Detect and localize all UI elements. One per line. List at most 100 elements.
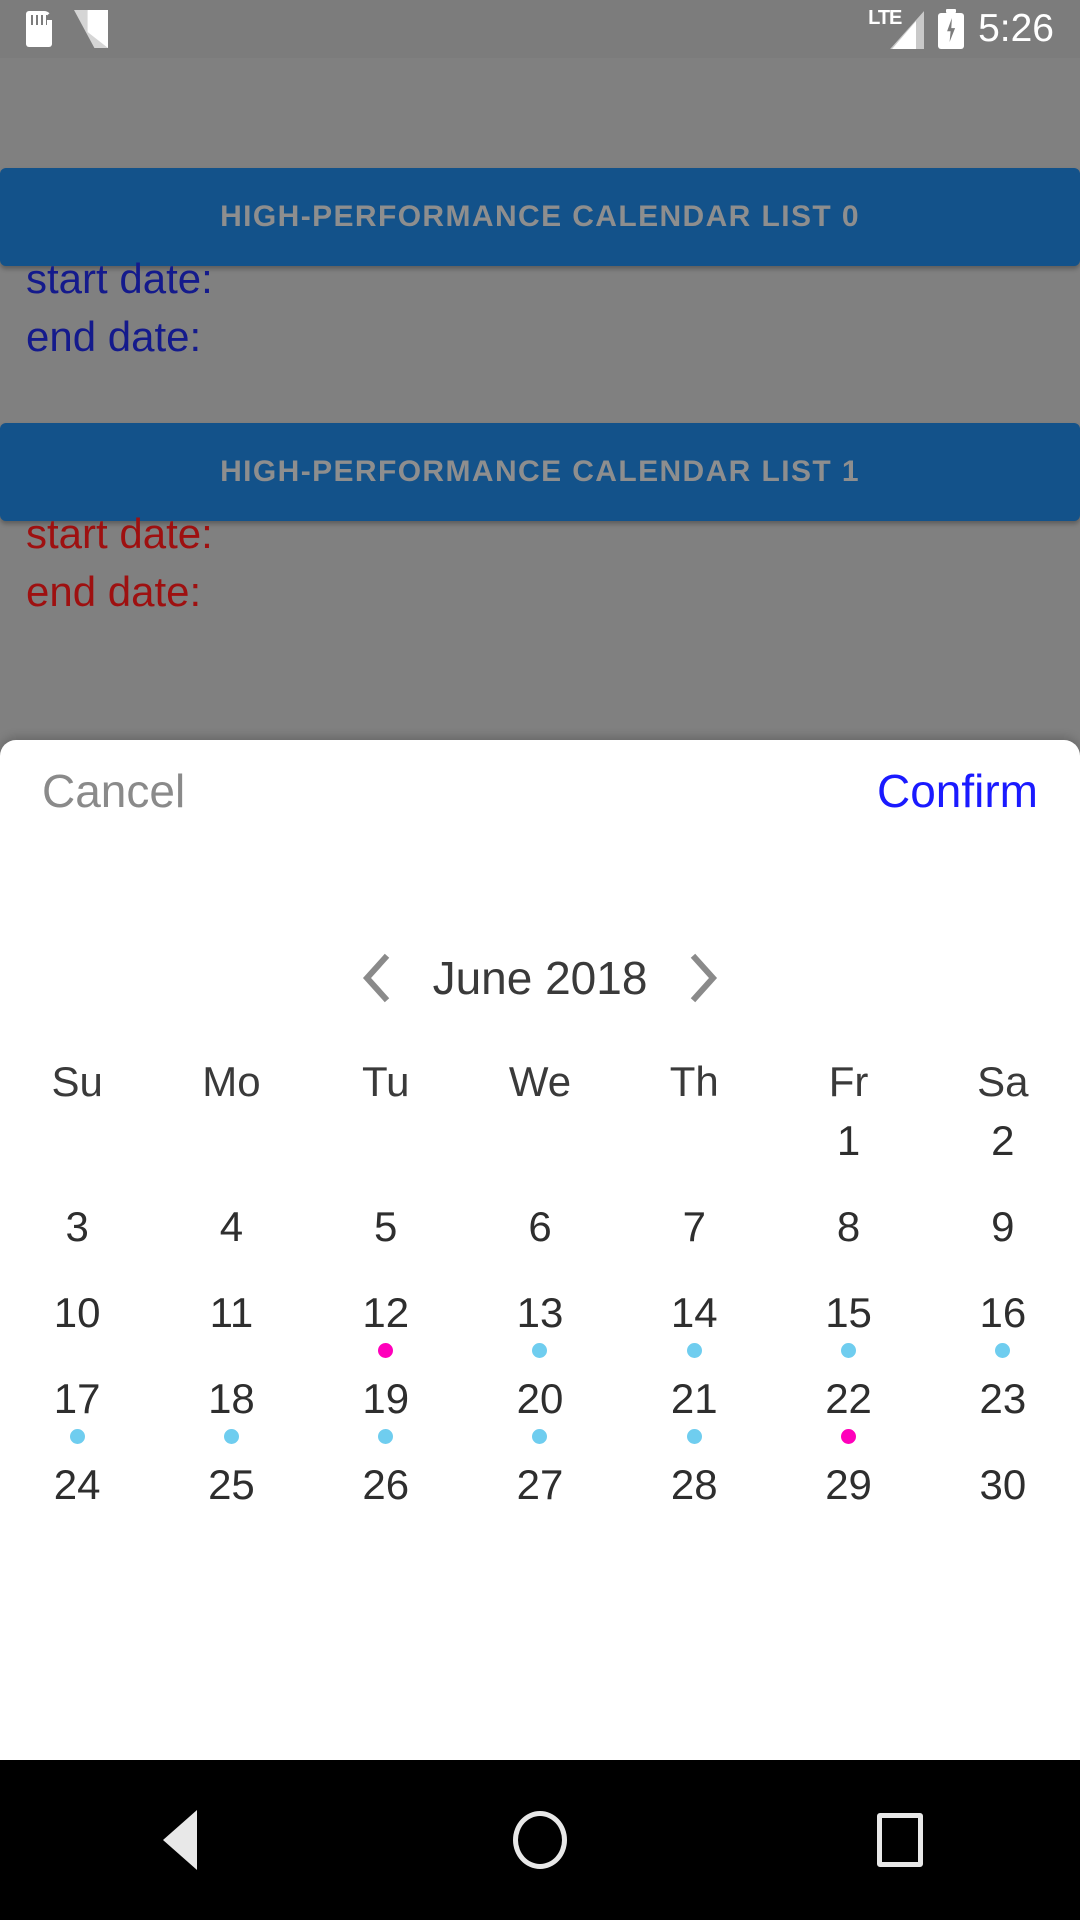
calendar-day-number: 30 — [979, 1464, 1026, 1507]
calendar-day-13[interactable]: 13 — [463, 1292, 617, 1378]
calendar-day-empty — [617, 1120, 771, 1206]
calendar-day-24[interactable]: 24 — [0, 1464, 154, 1550]
calendar-list-1-button[interactable]: HIGH-PERFORMANCE CALENDAR LIST 1 — [0, 423, 1080, 521]
calendar-list-1-button-label: HIGH-PERFORMANCE CALENDAR LIST 1 — [220, 455, 860, 489]
event-dot-blue — [687, 1343, 702, 1358]
calendar-day-number: 4 — [220, 1206, 243, 1249]
calendar-day-number: 9 — [991, 1206, 1014, 1249]
calendar-week-row: 17 18 19 20 21 22 23 — [0, 1378, 1080, 1464]
month-navigation-header: June 2018 — [0, 938, 1080, 1018]
calendar-day-6[interactable]: 6 — [463, 1206, 617, 1292]
dialog-action-bar: Cancel Confirm — [0, 740, 1080, 858]
calendar-day-11[interactable]: 11 — [154, 1292, 308, 1378]
battery-charging-icon — [938, 9, 964, 49]
lte-label: LTE — [868, 8, 901, 28]
calendar-day-number: 8 — [837, 1206, 860, 1249]
calendar-grid: 1234567891011121314151617181920212223242… — [0, 1120, 1080, 1550]
weekday-header-th: Th — [617, 1058, 771, 1106]
android-n-icon — [74, 10, 108, 48]
status-bar-left-icons — [26, 10, 108, 48]
list1-end-date-label: end date: — [26, 571, 201, 613]
calendar-day-19[interactable]: 19 — [309, 1378, 463, 1464]
event-dot-blue — [532, 1343, 547, 1358]
event-dot-blue — [378, 1429, 393, 1444]
calendar-day-29[interactable]: 29 — [771, 1464, 925, 1550]
calendar-day-number: 18 — [208, 1378, 255, 1421]
calendar-day-9[interactable]: 9 — [926, 1206, 1080, 1292]
calendar-week-row: 12 — [0, 1120, 1080, 1206]
home-icon[interactable] — [485, 1785, 595, 1895]
event-dot-blue — [995, 1343, 1010, 1358]
weekday-header-tu: Tu — [309, 1058, 463, 1106]
calendar-week-row: 24 2526 27 28 29 30 — [0, 1464, 1080, 1550]
calendar-day-16[interactable]: 16 — [926, 1292, 1080, 1378]
recents-icon[interactable] — [845, 1785, 955, 1895]
calendar-day-number: 5 — [374, 1206, 397, 1249]
weekday-header-we: We — [463, 1058, 617, 1106]
weekday-header-mo: Mo — [154, 1058, 308, 1106]
back-icon[interactable] — [125, 1785, 235, 1895]
calendar-list-0-button-label: HIGH-PERFORMANCE CALENDAR LIST 0 — [220, 200, 860, 234]
calendar-day-2[interactable]: 2 — [926, 1120, 1080, 1206]
event-dot-blue — [224, 1429, 239, 1444]
calendar-day-17[interactable]: 17 — [0, 1378, 154, 1464]
calendar-day-21[interactable]: 21 — [617, 1378, 771, 1464]
event-dot-magenta — [378, 1343, 393, 1358]
calendar-day-8[interactable]: 8 — [771, 1206, 925, 1292]
status-bar-clock: 5:26 — [978, 7, 1054, 51]
chevron-right-icon[interactable] — [687, 952, 721, 1004]
calendar-day-20[interactable]: 20 — [463, 1378, 617, 1464]
status-bar-right-icons: LTE 5:26 — [868, 7, 1054, 51]
calendar-day-25[interactable]: 25 — [154, 1464, 308, 1550]
calendar-day-30[interactable]: 30 — [926, 1464, 1080, 1550]
calendar-day-number: 2 — [991, 1120, 1014, 1163]
calendar-day-26[interactable]: 26 — [309, 1464, 463, 1550]
calendar-day-number: 17 — [54, 1378, 101, 1421]
sd-card-icon — [26, 11, 52, 47]
calendar-day-number: 15 — [825, 1292, 872, 1335]
calendar-day-number: 19 — [362, 1378, 409, 1421]
calendar-day-1[interactable]: 1 — [771, 1120, 925, 1206]
cancel-button[interactable]: Cancel — [42, 764, 185, 818]
weekday-header-su: Su — [0, 1058, 154, 1106]
calendar-day-number: 3 — [65, 1206, 88, 1249]
weekday-header-sa: Sa — [926, 1058, 1080, 1106]
calendar-day-22[interactable]: 22 — [771, 1378, 925, 1464]
calendar-day-empty — [154, 1120, 308, 1206]
chevron-left-icon[interactable] — [359, 952, 393, 1004]
status-bar: LTE 5:26 — [0, 0, 1080, 58]
calendar-day-28[interactable]: 28 — [617, 1464, 771, 1550]
calendar-day-10[interactable]: 10 — [0, 1292, 154, 1378]
weekday-header-fr: Fr — [771, 1058, 925, 1106]
calendar-list-0-button[interactable]: HIGH-PERFORMANCE CALENDAR LIST 0 — [0, 168, 1080, 266]
calendar-day-15[interactable]: 15 — [771, 1292, 925, 1378]
event-dot-magenta — [841, 1429, 856, 1444]
calendar-day-number: 1 — [837, 1120, 860, 1163]
calendar-week-row: 3 4 5 6 7 8 9 — [0, 1206, 1080, 1292]
calendar-day-empty — [0, 1120, 154, 1206]
calendar-day-number: 20 — [517, 1378, 564, 1421]
calendar-day-number: 7 — [683, 1206, 706, 1249]
calendar-day-23[interactable]: 23 — [926, 1378, 1080, 1464]
date-picker-dialog: Cancel Confirm June 2018 SuMoTuWeThFrSa … — [0, 740, 1080, 1760]
calendar-day-number: 16 — [979, 1292, 1026, 1335]
event-dot-blue — [687, 1429, 702, 1444]
calendar-day-3[interactable]: 3 — [0, 1206, 154, 1292]
calendar-day-4[interactable]: 4 — [154, 1206, 308, 1292]
calendar-day-7[interactable]: 7 — [617, 1206, 771, 1292]
calendar-day-14[interactable]: 14 — [617, 1292, 771, 1378]
calendar-day-12[interactable]: 12 — [309, 1292, 463, 1378]
calendar-day-number: 6 — [528, 1206, 551, 1249]
calendar-day-number: 27 — [517, 1464, 564, 1507]
calendar-day-empty — [463, 1120, 617, 1206]
calendar-day-18[interactable]: 18 — [154, 1378, 308, 1464]
calendar-day-5[interactable]: 5 — [309, 1206, 463, 1292]
calendar-day-number: 28 — [671, 1464, 718, 1507]
calendar-day-number: 29 — [825, 1464, 872, 1507]
list0-end-date-label: end date: — [26, 316, 201, 358]
confirm-button[interactable]: Confirm — [877, 764, 1038, 818]
calendar-day-number: 24 — [54, 1464, 101, 1507]
calendar-day-number: 11 — [210, 1292, 254, 1335]
calendar-day-number: 22 — [825, 1378, 872, 1421]
calendar-day-27[interactable]: 27 — [463, 1464, 617, 1550]
